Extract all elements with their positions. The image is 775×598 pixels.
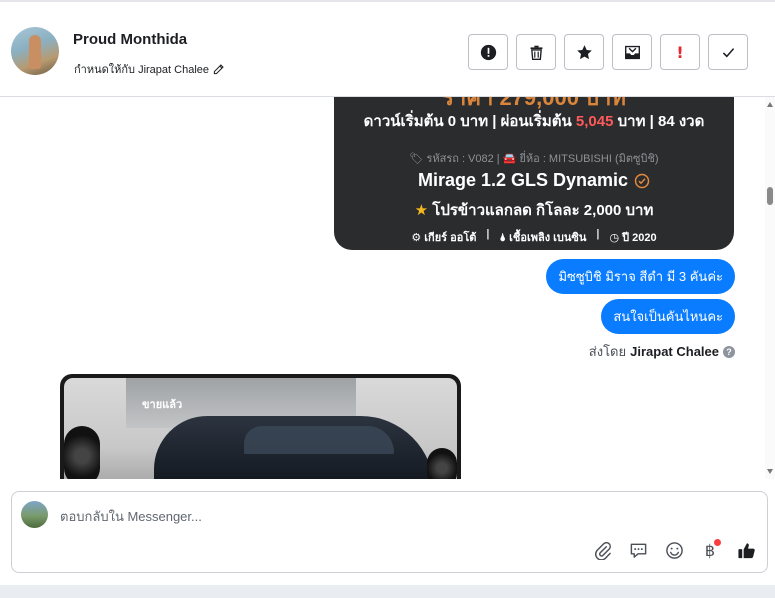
like-button[interactable] bbox=[735, 539, 757, 561]
paperclip-icon bbox=[594, 541, 611, 560]
payment-button[interactable]: ฿ bbox=[699, 539, 721, 561]
scroll-thumb[interactable] bbox=[767, 187, 773, 205]
reply-input[interactable] bbox=[60, 506, 600, 526]
trash-icon bbox=[530, 45, 542, 60]
car-promo: ★ โปรข้าวแลกลด กิโลละ 2,000 บาท bbox=[414, 202, 654, 219]
photo-tag: ขายแล้ว bbox=[142, 399, 183, 411]
delete-button[interactable] bbox=[516, 34, 556, 70]
chat-bubble-icon bbox=[630, 543, 646, 558]
car-specs: ⚙ เกียร์ ออโต้ | 🌢 เชื้อเพลิง เบนซิน | ◷… bbox=[411, 228, 657, 244]
mark-done-button[interactable] bbox=[708, 34, 748, 70]
outgoing-message[interactable]: มิซซูบิชิ มิราจ สีดำ มี 3 คันค่ะ bbox=[546, 259, 735, 294]
contact-name[interactable]: Proud Monthida bbox=[73, 31, 187, 48]
assignment-label: กำหนดให้กับ Jirapat Chalee bbox=[74, 64, 210, 76]
smiley-icon bbox=[665, 541, 683, 559]
star-icon bbox=[576, 44, 592, 59]
contact-avatar[interactable] bbox=[11, 27, 59, 75]
scroll-up-arrow[interactable] bbox=[767, 102, 773, 107]
car-meta: 🏷 รหัสรถ : V082 | 🚘 ยี่ห้อ : MITSUBISHI … bbox=[409, 153, 659, 165]
message-thread[interactable]: ราคา 279,000 บาท ดาวน์เริ่มต้น 0 บาท | ผ… bbox=[0, 97, 765, 479]
page-footer-strip bbox=[0, 585, 775, 598]
finance-terms: ดาวน์เริ่มต้น 0 บาท | ผ่อนเริ่มต้น 5,045… bbox=[363, 113, 705, 130]
assignment-line[interactable]: กำหนดให้กับ Jirapat Chalee bbox=[74, 60, 224, 78]
mark-spam-button[interactable] bbox=[468, 34, 508, 70]
notification-dot bbox=[714, 539, 721, 546]
star-icon: ★ bbox=[414, 202, 429, 219]
spec-gear: ⚙ เกียร์ ออโต้ bbox=[411, 232, 477, 244]
star-button[interactable] bbox=[564, 34, 604, 70]
reply-composer: ฿ bbox=[11, 491, 768, 573]
saved-replies-button[interactable] bbox=[627, 539, 649, 561]
attach-button[interactable] bbox=[591, 539, 613, 561]
emoji-button[interactable] bbox=[663, 539, 685, 561]
check-icon bbox=[722, 47, 734, 57]
thread-scrollbar[interactable] bbox=[765, 97, 775, 479]
alert-circle-icon bbox=[480, 44, 496, 60]
mark-important-button[interactable]: ! bbox=[660, 34, 700, 70]
inbox-move-icon bbox=[624, 45, 640, 59]
spec-fuel: 🌢 เชื้อเพลิง เบนซิน bbox=[499, 232, 587, 244]
help-icon[interactable]: ? bbox=[723, 345, 735, 358]
header-actions: ! bbox=[468, 34, 748, 70]
thumbs-up-icon bbox=[737, 542, 755, 558]
incoming-photo[interactable]: ขายแล้ว bbox=[60, 374, 461, 479]
car-price: ราคา 279,000 บาท bbox=[442, 97, 626, 110]
monthly-amount: 5,045 bbox=[575, 113, 614, 130]
car-listing-card[interactable]: ราคา 279,000 บาท ดาวน์เริ่มต้น 0 บาท | ผ… bbox=[334, 97, 734, 250]
sent-by-line: ส่งโดย Jirapat Chalee ? bbox=[589, 341, 735, 362]
pencil-icon[interactable] bbox=[213, 63, 224, 75]
page-avatar bbox=[21, 501, 48, 528]
verified-check-icon bbox=[634, 173, 650, 188]
conversation-header: Proud Monthida กำหนดให้กับ Jirapat Chale… bbox=[0, 0, 775, 97]
car-model: Mirage 1.2 GLS Dynamic bbox=[334, 170, 734, 191]
spec-year: ◷ ปี 2020 bbox=[609, 232, 657, 244]
sender-name: Jirapat Chalee bbox=[630, 344, 719, 359]
scroll-down-arrow[interactable] bbox=[767, 469, 773, 474]
exclamation-icon: ! bbox=[676, 42, 684, 62]
composer-tools: ฿ bbox=[591, 539, 757, 561]
move-to-inbox-button[interactable] bbox=[612, 34, 652, 70]
outgoing-message[interactable]: สนใจเป็นคันไหนคะ bbox=[601, 299, 735, 334]
